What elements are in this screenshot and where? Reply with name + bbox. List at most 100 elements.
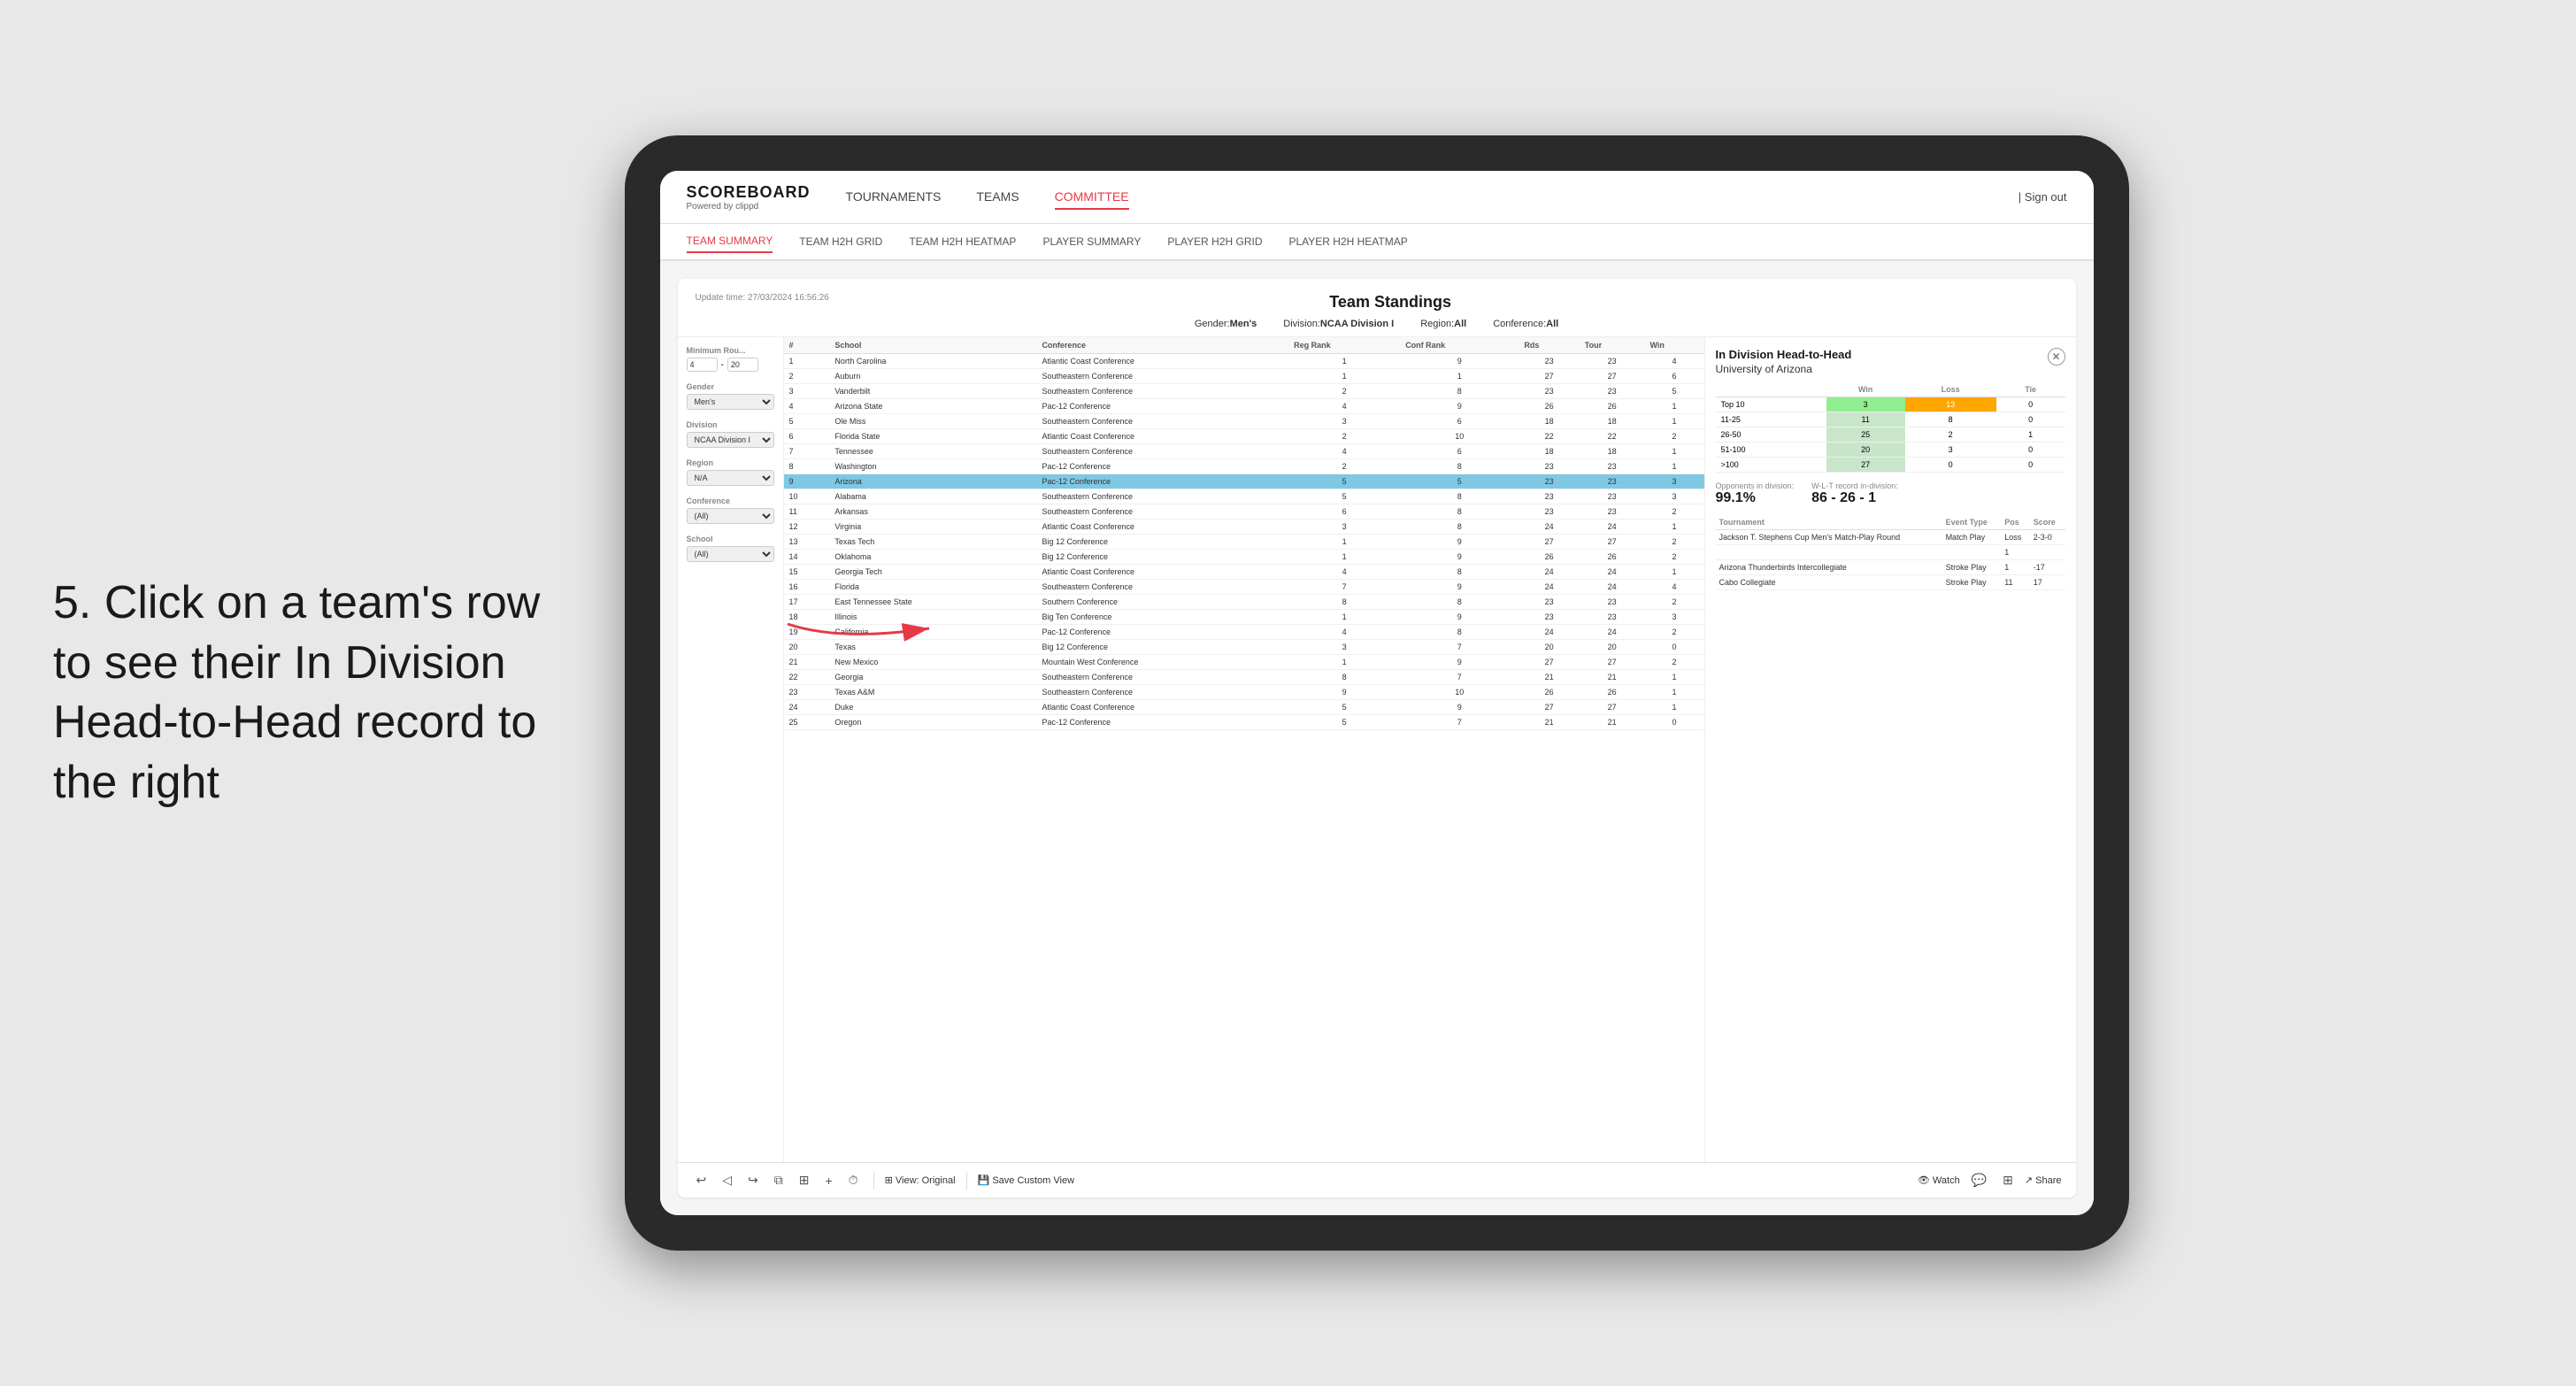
table-row[interactable]: 25 Oregon Pac-12 Conference 5 7 21 21 0	[784, 715, 1704, 730]
outer-container: 5. Click on a team's row to see their In…	[0, 0, 2576, 1386]
content-card: Update time: 27/03/2024 16:56:26 Team St…	[678, 279, 2076, 1197]
subnav-player-summary[interactable]: PLAYER SUMMARY	[1042, 231, 1141, 252]
h2h-row-top10: Top 10 3 13 0	[1716, 397, 2065, 412]
tablet-screen: SCOREBOARD Powered by clippd TOURNAMENTS…	[660, 171, 2094, 1215]
subnav-team-summary[interactable]: TEAM SUMMARY	[687, 230, 773, 253]
share-button[interactable]: ↗ Share	[2025, 1174, 2062, 1186]
table-area: # School Conference Reg Rank Conf Rank R…	[784, 337, 1704, 1162]
view-original-button[interactable]: ⊞ View: Original	[885, 1174, 956, 1186]
h2h-close-button[interactable]: ✕	[2048, 348, 2065, 366]
col-tour: Tour	[1580, 337, 1645, 354]
tournament-row-2: 1	[1716, 545, 2065, 560]
instruction-text: 5. Click on a team's row to see their In…	[53, 574, 566, 812]
sign-out-button[interactable]: | Sign out	[2019, 190, 2067, 204]
col-school: School	[829, 337, 1036, 354]
wlt-stat: W-L-T record in-division: 86 - 26 - 1	[1811, 481, 1898, 506]
nav-committee[interactable]: COMMITTEE	[1055, 185, 1129, 210]
table-row[interactable]: 6 Florida State Atlantic Coast Conferenc…	[784, 429, 1704, 444]
toolbar-divider-1	[873, 1172, 874, 1190]
nav-items: TOURNAMENTS TEAMS COMMITTEE	[846, 185, 2019, 210]
table-row[interactable]: 5 Ole Miss Southeastern Conference 3 6 1…	[784, 414, 1704, 429]
subnav-team-h2h-grid[interactable]: TEAM H2H GRID	[799, 231, 882, 252]
conference-select[interactable]: (All)	[687, 508, 774, 524]
col-reg-rank: Reg Rank	[1288, 337, 1400, 354]
copy-button[interactable]: ⧉	[770, 1171, 788, 1190]
subnav-team-h2h-heatmap[interactable]: TEAM H2H HEATMAP	[909, 231, 1016, 252]
subnav-player-h2h-grid[interactable]: PLAYER H2H GRID	[1167, 231, 1262, 252]
filter-division: Division NCAA Division I	[687, 420, 774, 448]
h2h-stats: Opponents in division: 99.1% W-L-T recor…	[1716, 481, 2065, 506]
col-conference: Conference	[1036, 337, 1288, 354]
standings-table: # School Conference Reg Rank Conf Rank R…	[784, 337, 1704, 730]
division-select[interactable]: NCAA Division I	[687, 432, 774, 448]
table-row[interactable]: 24 Duke Atlantic Coast Conference 5 9 27…	[784, 700, 1704, 715]
h2h-row-1125: 11-25 11 8 0	[1716, 412, 2065, 427]
table-row[interactable]: 23 Texas A&M Southeastern Conference 9 1…	[784, 685, 1704, 700]
table-row[interactable]: 14 Oklahoma Big 12 Conference 1 9 26 26 …	[784, 550, 1704, 565]
h2h-row-51100: 51-100 20 3 0	[1716, 443, 2065, 458]
table-row[interactable]: 8 Washington Pac-12 Conference 2 8 23 23…	[784, 459, 1704, 474]
filter-school: School (All)	[687, 535, 774, 562]
table-row[interactable]: 10 Alabama Southeastern Conference 5 8 2…	[784, 489, 1704, 504]
redo-button[interactable]: ↪	[743, 1171, 763, 1190]
save-custom-button[interactable]: 💾 Save Custom View	[978, 1174, 1075, 1186]
update-time: Update time: 27/03/2024 16:56:26	[696, 293, 829, 303]
table-row[interactable]: 1 North Carolina Atlantic Coast Conferen…	[784, 354, 1704, 369]
subnav-player-h2h-heatmap[interactable]: PLAYER H2H HEATMAP	[1289, 231, 1408, 252]
tournament-row-1: Jackson T. Stephens Cup Men's Match-Play…	[1716, 530, 2065, 545]
logo-title: SCOREBOARD	[687, 183, 811, 202]
table-row[interactable]: 9 Arizona Pac-12 Conference 5 5 23 23 3	[784, 474, 1704, 489]
nav-header: SCOREBOARD Powered by clippd TOURNAMENTS…	[660, 171, 2094, 224]
table-row[interactable]: 21 New Mexico Mountain West Conference 1…	[784, 655, 1704, 670]
h2h-table: Win Loss Tie Top 10 3 13	[1716, 382, 2065, 473]
table-row[interactable]: 15 Georgia Tech Atlantic Coast Conferenc…	[784, 565, 1704, 580]
school-select[interactable]: (All)	[687, 546, 774, 562]
undo-button[interactable]: ↩	[692, 1171, 711, 1190]
table-row[interactable]: 7 Tennessee Southeastern Conference 4 6 …	[784, 444, 1704, 459]
max-rounds-input[interactable]	[727, 358, 758, 372]
filter-conference: Conference (All)	[687, 497, 774, 524]
watch-button[interactable]: 👁 Watch	[1918, 1174, 1960, 1186]
tournament-row-3: Arizona Thunderbirds Intercollegiate Str…	[1716, 560, 2065, 575]
card-filters: Gender:Men's Division:NCAA Division I Re…	[696, 319, 2058, 329]
table-row[interactable]: 12 Virginia Atlantic Coast Conference 3 …	[784, 520, 1704, 535]
card-header: Update time: 27/03/2024 16:56:26 Team St…	[678, 279, 2076, 337]
logo-area: SCOREBOARD Powered by clippd	[687, 183, 811, 212]
filter-gender: Gender Men's	[687, 382, 774, 410]
card-body: Minimum Rou... - Gender Men's	[678, 337, 2076, 1162]
paste-button[interactable]: ⊞	[795, 1171, 814, 1190]
bottom-toolbar: ↩ ◁ ↪ ⧉ ⊞ + ⏱ ⊞ View: Original 💾 Save Cu…	[678, 1162, 2076, 1197]
col-num: #	[784, 337, 830, 354]
sub-nav: TEAM SUMMARY TEAM H2H GRID TEAM H2H HEAT…	[660, 224, 2094, 261]
table-row[interactable]: 18 Illinois Big Ten Conference 1 9 23 23…	[784, 610, 1704, 625]
h2h-row-2650: 26-50 25 2 1	[1716, 427, 2065, 443]
col-conf-rank: Conf Rank	[1400, 337, 1519, 354]
clock-button[interactable]: ⏱	[844, 1171, 863, 1190]
layout-button[interactable]: ⊞	[1998, 1171, 2018, 1190]
nav-teams[interactable]: TEAMS	[976, 185, 1019, 210]
table-row[interactable]: 22 Georgia Southeastern Conference 8 7 2…	[784, 670, 1704, 685]
table-row[interactable]: 16 Florida Southeastern Conference 7 9 2…	[784, 580, 1704, 595]
region-select[interactable]: N/A	[687, 470, 774, 486]
col-win: Win	[1645, 337, 1704, 354]
h2h-panel: In Division Head-to-Head University of A…	[1704, 337, 2076, 1162]
table-row[interactable]: 2 Auburn Southeastern Conference 1 1 27 …	[784, 369, 1704, 384]
opponents-stat: Opponents in division: 99.1%	[1716, 481, 1795, 506]
table-row[interactable]: 13 Texas Tech Big 12 Conference 1 9 27 2…	[784, 535, 1704, 550]
table-row[interactable]: 11 Arkansas Southeastern Conference 6 8 …	[784, 504, 1704, 520]
nav-tournaments[interactable]: TOURNAMENTS	[846, 185, 942, 210]
table-row[interactable]: 4 Arizona State Pac-12 Conference 4 9 26…	[784, 399, 1704, 414]
comment-button[interactable]: 💬	[1967, 1171, 1991, 1190]
table-row[interactable]: 19 California Pac-12 Conference 4 8 24 2…	[784, 625, 1704, 640]
add-button[interactable]: +	[820, 1172, 836, 1190]
filter-region: Region N/A	[687, 458, 774, 486]
gender-select[interactable]: Men's	[687, 394, 774, 410]
tournament-table: Tournament Event Type Pos Score Jackson …	[1716, 515, 2065, 590]
h2h-title: In Division Head-to-Head	[1716, 348, 1852, 361]
table-row[interactable]: 17 East Tennessee State Southern Confere…	[784, 595, 1704, 610]
min-rounds-input[interactable]	[687, 358, 718, 372]
h2h-team: University of Arizona	[1716, 363, 1852, 375]
table-row[interactable]: 3 Vanderbilt Southeastern Conference 2 8…	[784, 384, 1704, 399]
table-row[interactable]: 20 Texas Big 12 Conference 3 7 20 20 0	[784, 640, 1704, 655]
step-back-button[interactable]: ◁	[718, 1171, 736, 1190]
